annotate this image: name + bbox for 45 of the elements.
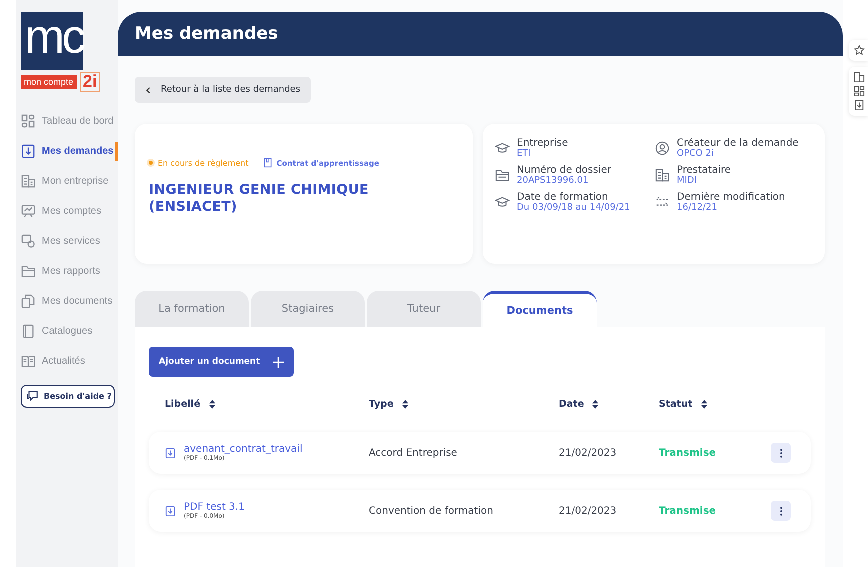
- logo-mark: mc: [21, 12, 83, 70]
- type-cell-text: Accord Entreprise: [369, 448, 458, 458]
- status-label: En cours de règlement: [149, 158, 249, 168]
- detail-value: MIDI: [677, 176, 698, 186]
- document-link[interactable]: PDF test 3.1: [184, 502, 245, 513]
- document-link[interactable]: avenant_contrat_travail: [184, 444, 303, 455]
- detail-value: ETI: [517, 149, 532, 159]
- column-header[interactable]: Type: [369, 399, 559, 410]
- sidebar-item[interactable]: Mes comptes: [16, 202, 118, 221]
- date-cell-text: 21/02/2023: [559, 448, 618, 458]
- sidebar-item[interactable]: Mes rapports: [16, 262, 118, 281]
- logo-caption: mon compte: [21, 75, 77, 89]
- sidebar-item[interactable]: Mon entreprise: [16, 172, 118, 191]
- sidebar-item[interactable]: Actualités: [16, 352, 118, 371]
- sidebar-item[interactable]: Catalogues: [16, 322, 118, 341]
- detail-label: Entreprise: [517, 138, 568, 149]
- date-cell-text: 21/02/2023: [559, 506, 618, 516]
- back-button[interactable]: Retour à la liste des demandes: [135, 77, 311, 103]
- detail-label: Créateur de la demande: [677, 138, 799, 149]
- detail-label: Date de formation: [517, 192, 610, 203]
- column-header[interactable]: Date: [559, 399, 659, 410]
- add-document-button[interactable]: Ajouter un document: [149, 347, 294, 377]
- status-cell-text: Transmise: [659, 506, 718, 516]
- tab[interactable]: La formation: [135, 291, 249, 327]
- column-header[interactable]: Statut: [659, 399, 771, 410]
- detail-value: Du 03/09/18 au 14/09/21: [517, 203, 630, 213]
- detail-value: 20APS13996.01: [517, 176, 590, 186]
- sidebar-item[interactable]: Tableau de bord: [16, 112, 118, 131]
- logo-suffix: 2i: [80, 72, 100, 92]
- detail-label: Numéro de dossier: [517, 165, 612, 176]
- type-cell-text: Convention de formation: [369, 506, 494, 516]
- detail-label: Dernière modification: [677, 192, 786, 203]
- tab[interactable]: Documents: [483, 291, 597, 327]
- column-header[interactable]: Libellé: [165, 399, 369, 410]
- status-cell-text: Transmise: [659, 448, 718, 458]
- tab[interactable]: Tuteur: [367, 291, 481, 327]
- sidebar-item[interactable]: Mes services: [16, 232, 118, 251]
- help-button[interactable]: Besoin d'aide ?: [21, 385, 115, 408]
- training-title: INGENIEUR GENIE CHIMIQUE (ENSIACET): [149, 182, 370, 216]
- detail-value: 16/12/21: [677, 203, 718, 213]
- detail-value: OPCO 2i: [677, 149, 715, 159]
- page-title: Mes demandes: [135, 24, 278, 44]
- detail-label: Prestataire: [677, 165, 732, 176]
- sidebar-item[interactable]: Mes documents: [16, 292, 118, 311]
- tab[interactable]: Stagiaires: [251, 291, 365, 327]
